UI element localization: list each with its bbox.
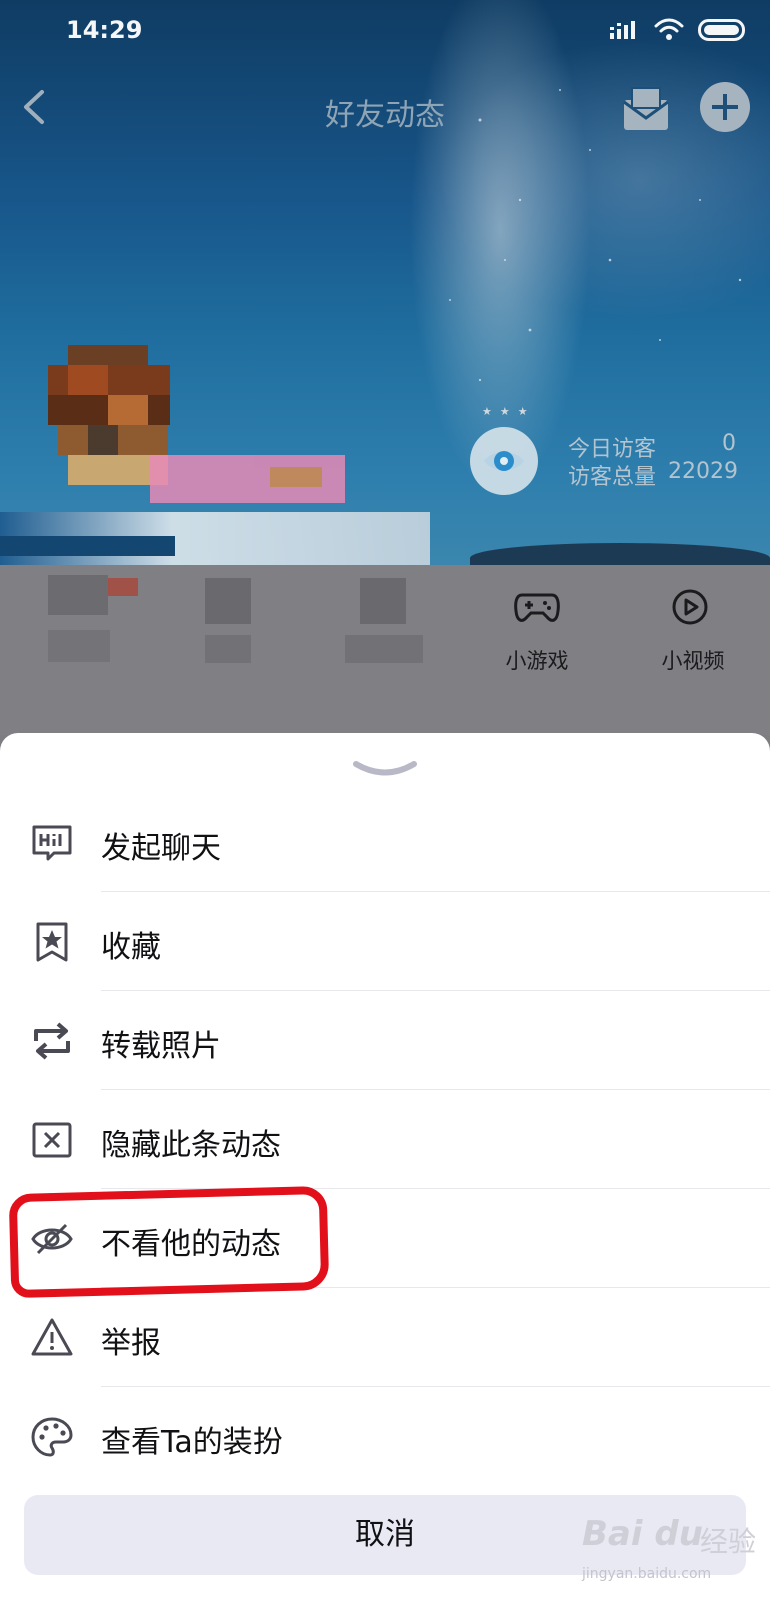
warning-icon xyxy=(31,1318,73,1356)
shortcut-mini-video[interactable]: 小视频 xyxy=(618,575,768,675)
action-sheet: 发起聊天 收藏 转载照片 隐藏此条动态 不看他的动态 举报 查看Ta的装扮 xyxy=(0,733,770,1600)
red-annotation-circle xyxy=(8,1185,330,1299)
baidu-jingyan-watermark: Bai du 经验 jingyan.baidu.com xyxy=(582,1510,762,1590)
menu-item-report[interactable]: 举报 xyxy=(0,1288,770,1387)
menu-item-view-theme[interactable]: 查看Ta的装扮 xyxy=(0,1387,770,1486)
menu-item-hide-post[interactable]: 隐藏此条动态 xyxy=(0,1090,770,1189)
mountain-silhouette xyxy=(470,543,770,565)
signature-mosaic xyxy=(0,512,430,567)
palette-icon xyxy=(31,1417,73,1457)
gamepad-icon xyxy=(514,593,560,622)
status-icons xyxy=(610,18,746,42)
battery-icon xyxy=(698,19,745,41)
menu-item-start-chat[interactable]: 发起聊天 xyxy=(0,793,770,892)
add-icon[interactable] xyxy=(700,82,750,132)
rating-stars: ★★★ xyxy=(482,405,536,418)
menu-item-repost-photo[interactable]: 转载照片 xyxy=(0,991,770,1090)
menu-item-label: 隐藏此条动态 xyxy=(101,1128,281,1163)
mail-icon[interactable] xyxy=(620,82,672,134)
shortcut-mini-games[interactable]: 小游戏 xyxy=(462,575,612,675)
status-bar: 14:29 xyxy=(0,0,770,62)
visitor-total: 访客总量 22029 xyxy=(568,459,738,491)
watermark-text: 经验 xyxy=(700,1525,757,1558)
shortcut-mosaic xyxy=(48,575,108,615)
repost-icon xyxy=(34,1022,70,1060)
menu-item-label: 举报 xyxy=(101,1326,161,1361)
shortcut-label: 小视频 xyxy=(661,649,725,673)
shortcut-label: 小游戏 xyxy=(505,649,569,673)
signal-icon xyxy=(610,21,635,39)
chevron-down-icon[interactable] xyxy=(350,759,420,779)
video-play-icon xyxy=(672,589,708,625)
action-menu: 发起聊天 收藏 转载照片 隐藏此条动态 不看他的动态 举报 查看Ta的装扮 xyxy=(0,793,770,1486)
shortcut-mosaic xyxy=(345,635,423,663)
menu-item-label: 收藏 xyxy=(101,930,161,965)
shortcut-mosaic xyxy=(205,578,251,624)
chat-hi-icon xyxy=(32,825,72,861)
menu-item-label: 发起聊天 xyxy=(101,831,221,866)
shortcut-mosaic xyxy=(48,630,110,662)
shortcut-mosaic xyxy=(108,578,138,596)
visitor-total-label: 访客总量 xyxy=(568,465,657,490)
watermark-url: jingyan.baidu.com xyxy=(582,1566,712,1582)
visitor-total-value: 22029 xyxy=(668,459,738,484)
bookmark-star-icon xyxy=(36,922,68,962)
nav-bar: 好友动态 xyxy=(0,72,770,142)
status-time: 14:29 xyxy=(66,16,143,44)
hide-post-icon xyxy=(32,1122,72,1158)
nickname-mosaic xyxy=(150,455,345,503)
watermark-logo: Bai du xyxy=(582,1514,703,1554)
wifi-icon xyxy=(654,18,684,40)
menu-item-favorite[interactable]: 收藏 xyxy=(0,892,770,991)
visitor-today-value: 0 xyxy=(722,431,736,456)
visitor-panel[interactable]: ★★★ 今日访客 0 访客总量 22029 xyxy=(470,405,770,495)
visitor-eye-icon[interactable] xyxy=(470,427,538,495)
menu-item-label: 转载照片 xyxy=(101,1029,221,1064)
shortcut-mosaic xyxy=(205,635,251,663)
menu-item-label: 查看Ta的装扮 xyxy=(101,1425,283,1460)
shortcut-mosaic xyxy=(360,578,406,624)
